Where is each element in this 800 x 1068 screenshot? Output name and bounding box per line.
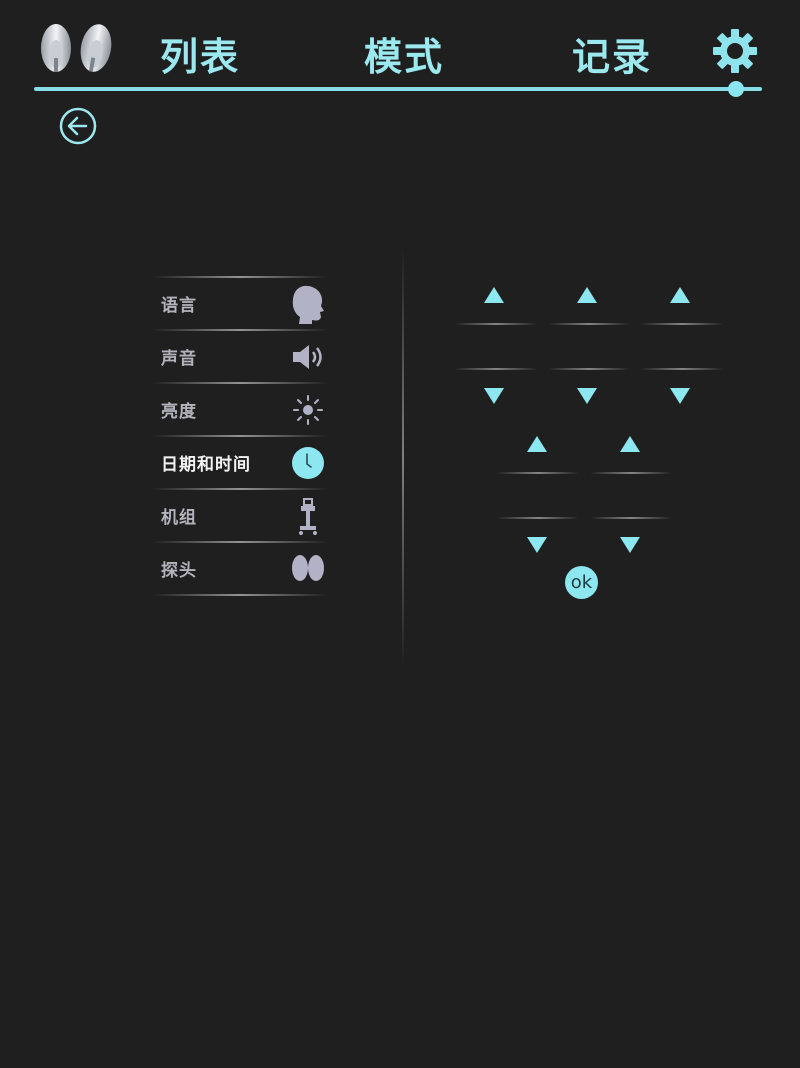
menu-item-unit[interactable]: 机组 <box>152 490 328 541</box>
day-field-top-line <box>641 323 723 325</box>
menu-item-label: 声音 <box>161 349 197 369</box>
minute-field-top-line <box>590 472 672 474</box>
tab-mode[interactable]: 模式 <box>364 26 444 81</box>
menu-item-label: 机组 <box>161 508 197 528</box>
month-up-button[interactable] <box>574 284 600 306</box>
back-arrow-icon[interactable] <box>58 106 98 146</box>
arrow-up-icon <box>620 436 640 452</box>
year-down-button[interactable] <box>481 385 507 407</box>
arrow-up-icon <box>527 436 547 452</box>
ok-button[interactable]: ok <box>565 566 598 599</box>
tab-record[interactable]: 记录 <box>572 26 652 81</box>
day-field-bottom-line <box>641 368 723 370</box>
arrow-down-icon <box>620 537 640 553</box>
minute-field-bottom-line <box>590 517 672 519</box>
menu-item-brightness[interactable]: 亮度 <box>152 384 328 435</box>
probe-icon <box>292 554 324 581</box>
minute-up-button[interactable] <box>617 433 643 455</box>
hour-field-top-line <box>497 472 579 474</box>
hour-field-bottom-line <box>497 517 579 519</box>
settings-menu: 语言 声音 亮度 日期和时间 机组 探头 <box>152 276 328 596</box>
head-icon <box>292 285 324 324</box>
menu-item-label: 探头 <box>161 561 197 581</box>
menu-item-label: 语言 <box>161 296 197 316</box>
day-down-button[interactable] <box>667 385 693 407</box>
arrow-down-icon <box>527 537 547 553</box>
brightness-icon <box>293 394 323 425</box>
menu-item-label: 日期和时间 <box>161 455 251 475</box>
day-up-button[interactable] <box>667 284 693 306</box>
menu-item-date-time[interactable]: 日期和时间 <box>152 437 328 488</box>
speaker-icon <box>293 344 322 369</box>
arrow-down-icon <box>577 388 597 404</box>
minute-down-button[interactable] <box>617 534 643 556</box>
probes-icon[interactable] <box>36 24 120 76</box>
cart-unit-icon <box>299 497 317 535</box>
year-up-button[interactable] <box>481 284 507 306</box>
month-down-button[interactable] <box>574 385 600 407</box>
arrow-down-icon <box>484 388 504 404</box>
arrow-down-icon <box>670 388 690 404</box>
tab-indicator-track <box>34 87 762 91</box>
gear-icon[interactable] <box>712 28 758 74</box>
arrow-up-icon <box>577 287 597 303</box>
month-field-bottom-line <box>548 368 630 370</box>
hour-down-button[interactable] <box>524 534 550 556</box>
top-navigation-bar: 列表 模式 记录 <box>0 0 800 100</box>
arrow-up-icon <box>670 287 690 303</box>
menu-item-probe[interactable]: 探头 <box>152 543 328 594</box>
menu-item-sound[interactable]: 声音 <box>152 331 328 382</box>
divider <box>152 594 328 596</box>
menu-item-language[interactable]: 语言 <box>152 278 328 329</box>
tab-indicator-knob <box>728 81 744 97</box>
tab-list[interactable]: 列表 <box>160 26 240 81</box>
hour-up-button[interactable] <box>524 433 550 455</box>
month-field-top-line <box>548 323 630 325</box>
vertical-divider <box>402 248 404 668</box>
year-field-bottom-line <box>455 368 537 370</box>
arrow-up-icon <box>484 287 504 303</box>
year-field-top-line <box>455 323 537 325</box>
clock-icon <box>292 446 324 479</box>
menu-item-label: 亮度 <box>161 402 197 422</box>
